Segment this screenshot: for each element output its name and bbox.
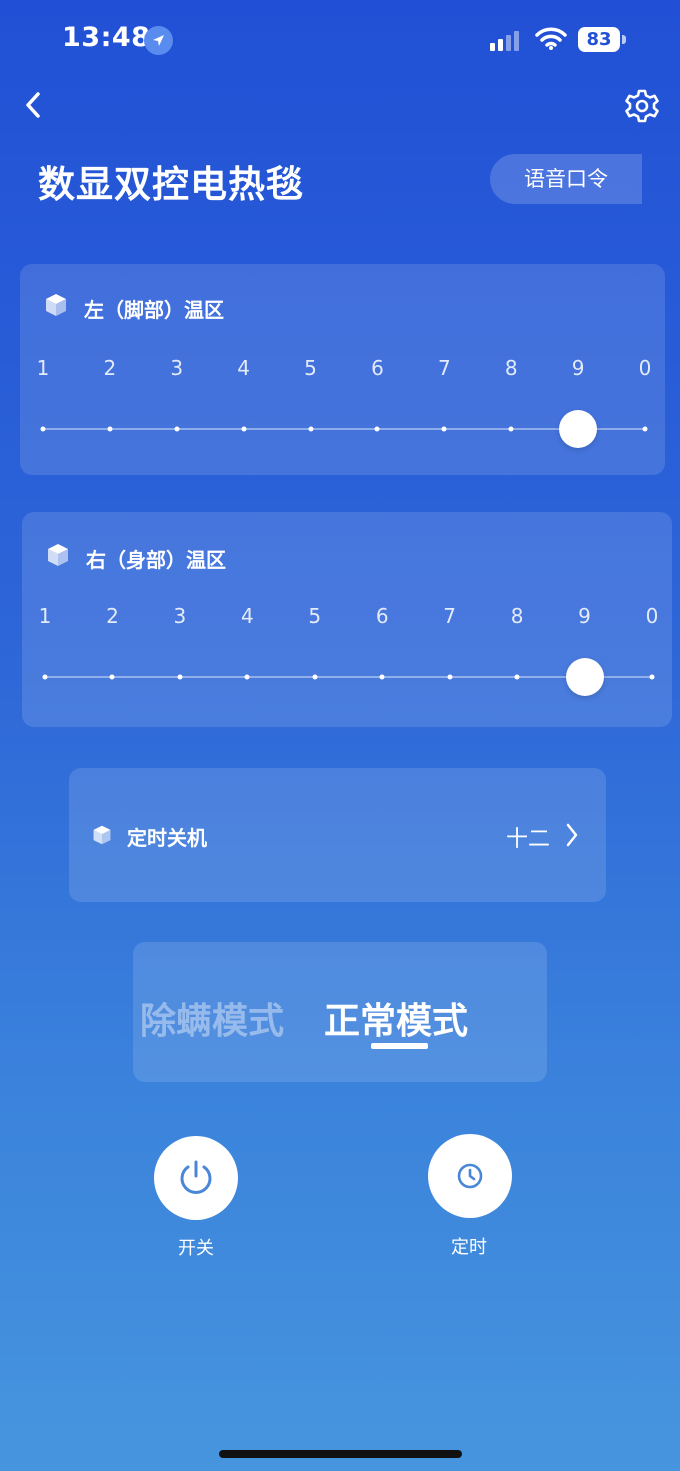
slider-tick-label: 5 bbox=[304, 356, 317, 380]
chevron-left-icon bbox=[26, 92, 40, 118]
slider-step-dot bbox=[174, 426, 180, 432]
cube-icon bbox=[93, 825, 111, 845]
slider-step-dot bbox=[374, 426, 380, 432]
slider-step-dot bbox=[642, 426, 648, 432]
slider-step-dot bbox=[177, 674, 183, 680]
slider-tick-label: 0 bbox=[638, 356, 652, 380]
slider-tick-label: 6 bbox=[375, 604, 389, 628]
power-button[interactable] bbox=[154, 1136, 238, 1220]
slider-step-dot bbox=[514, 674, 520, 680]
slider-step-dot bbox=[109, 674, 115, 680]
slider-tick-label: 2 bbox=[106, 604, 119, 628]
slider-thumb[interactable] bbox=[559, 410, 598, 448]
slider-tick-label: 9 bbox=[571, 356, 585, 380]
battery-icon: 83 bbox=[578, 27, 620, 52]
cube-icon bbox=[48, 544, 68, 566]
temperature-slider[interactable]: 1 2 3 4 5 6 7 8 9 0 bbox=[22, 602, 672, 717]
zone-title: 右（身部）温区 bbox=[86, 548, 226, 572]
slider-step-dot bbox=[42, 674, 48, 680]
power-label: 开关 bbox=[178, 1238, 214, 1259]
right-zone-card: 右（身部）温区 1 2 3 4 5 6 7 8 9 0 bbox=[22, 512, 672, 727]
slider-tick-label: 4 bbox=[237, 356, 251, 380]
cellular-signal-icon bbox=[490, 31, 519, 51]
slider-step-dot bbox=[244, 674, 250, 680]
slider-tick-label: 5 bbox=[308, 604, 322, 628]
timer-label: 定时 bbox=[451, 1237, 487, 1258]
slider-tick-label: 3 bbox=[170, 356, 184, 380]
slider-thumb[interactable] bbox=[565, 658, 604, 696]
slider-track[interactable] bbox=[43, 428, 645, 430]
slider-tick-label: 2 bbox=[103, 356, 117, 380]
mode-tab-normal[interactable]: 正常模式 bbox=[324, 992, 468, 1044]
timer-off-value: 十二 bbox=[506, 827, 551, 852]
slider-tick-label: 7 bbox=[437, 356, 451, 380]
temperature-slider[interactable]: 1 2 3 4 5 6 7 8 9 0 bbox=[20, 354, 665, 464]
slider-step-dot bbox=[379, 674, 385, 680]
slider-step-dot bbox=[447, 674, 453, 680]
left-zone-card: 左（脚部）温区 1 2 3 4 5 6 7 8 9 0 bbox=[20, 264, 665, 475]
slider-tick-label: 0 bbox=[645, 604, 659, 628]
slider-step-dot bbox=[40, 426, 46, 432]
slider-tick-label: 1 bbox=[36, 356, 50, 380]
slider-step-dot bbox=[312, 674, 318, 680]
wifi-icon bbox=[535, 27, 567, 55]
location-arrow-icon bbox=[144, 26, 173, 55]
slider-step-dot bbox=[308, 426, 314, 432]
slider-tick-label: 6 bbox=[371, 356, 384, 380]
slider-tick-label: 4 bbox=[240, 604, 254, 628]
mode-tab-mite-removal[interactable]: 除螨模式 bbox=[140, 992, 284, 1044]
home-indicator[interactable] bbox=[219, 1450, 462, 1458]
clock-icon bbox=[457, 1163, 483, 1189]
gear-icon bbox=[625, 89, 659, 123]
settings-button[interactable] bbox=[623, 87, 661, 125]
slider-step-dot bbox=[508, 426, 514, 432]
slider-tick-label: 8 bbox=[504, 356, 518, 380]
back-button[interactable] bbox=[18, 88, 50, 122]
power-icon bbox=[180, 1160, 212, 1194]
active-mode-indicator bbox=[371, 1043, 428, 1049]
slider-tick-label: 7 bbox=[443, 604, 457, 628]
slider-tick-label: 1 bbox=[38, 604, 52, 628]
slider-tick-label: 3 bbox=[173, 604, 187, 628]
timer-button[interactable] bbox=[428, 1134, 512, 1218]
slider-step-dot bbox=[107, 426, 113, 432]
slider-step-dot bbox=[241, 426, 247, 432]
timer-off-card[interactable]: 定时关机 十二 bbox=[69, 768, 606, 902]
slider-step-dot bbox=[649, 674, 655, 680]
zone-title: 左（脚部）温区 bbox=[84, 298, 224, 322]
battery-nub bbox=[622, 35, 626, 44]
slider-tick-label: 8 bbox=[510, 604, 524, 628]
page-title: 数显双控电热毯 bbox=[38, 163, 304, 206]
mode-selector: 除螨模式 正常模式 bbox=[133, 942, 547, 1082]
slider-track[interactable] bbox=[45, 676, 652, 678]
slider-tick-label: 9 bbox=[578, 604, 591, 628]
cube-icon bbox=[46, 294, 66, 316]
timer-off-label: 定时关机 bbox=[127, 826, 207, 850]
status-time: 13:48 bbox=[62, 22, 151, 53]
voice-command-button[interactable]: 语音口令 bbox=[490, 154, 642, 204]
slider-step-dot bbox=[441, 426, 447, 432]
chevron-right-icon bbox=[566, 823, 578, 847]
